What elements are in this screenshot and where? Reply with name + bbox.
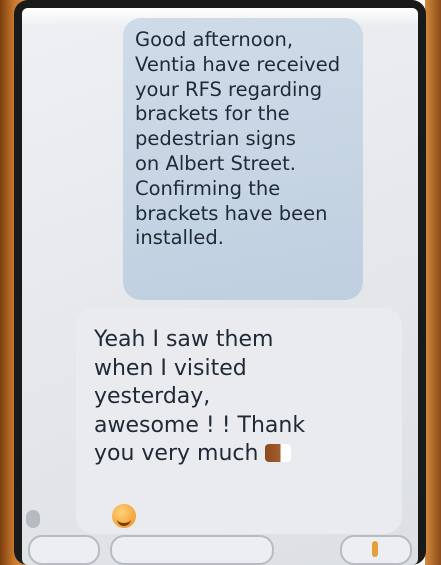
message-input[interactable]	[110, 535, 274, 565]
quick-reply-button[interactable]	[28, 535, 100, 565]
outgoing-message-text: Yeah I saw them when I visited yesterday…	[94, 326, 402, 469]
reply-bar	[22, 535, 418, 565]
reaction-button[interactable]	[340, 535, 412, 565]
smile-icon	[112, 504, 136, 528]
avatar	[26, 510, 40, 528]
outgoing-message-bubble: Yeah I saw them when I visited yesterday…	[76, 308, 402, 534]
thumbs-up-icon	[265, 444, 292, 462]
phone-screen: Good afternoon, Ventia have received you…	[22, 8, 418, 565]
wooden-desk-right	[425, 0, 441, 565]
incoming-message-bubble: Good afternoon, Ventia have received you…	[123, 18, 363, 300]
incoming-message-text: Good afternoon, Ventia have received you…	[135, 28, 341, 250]
